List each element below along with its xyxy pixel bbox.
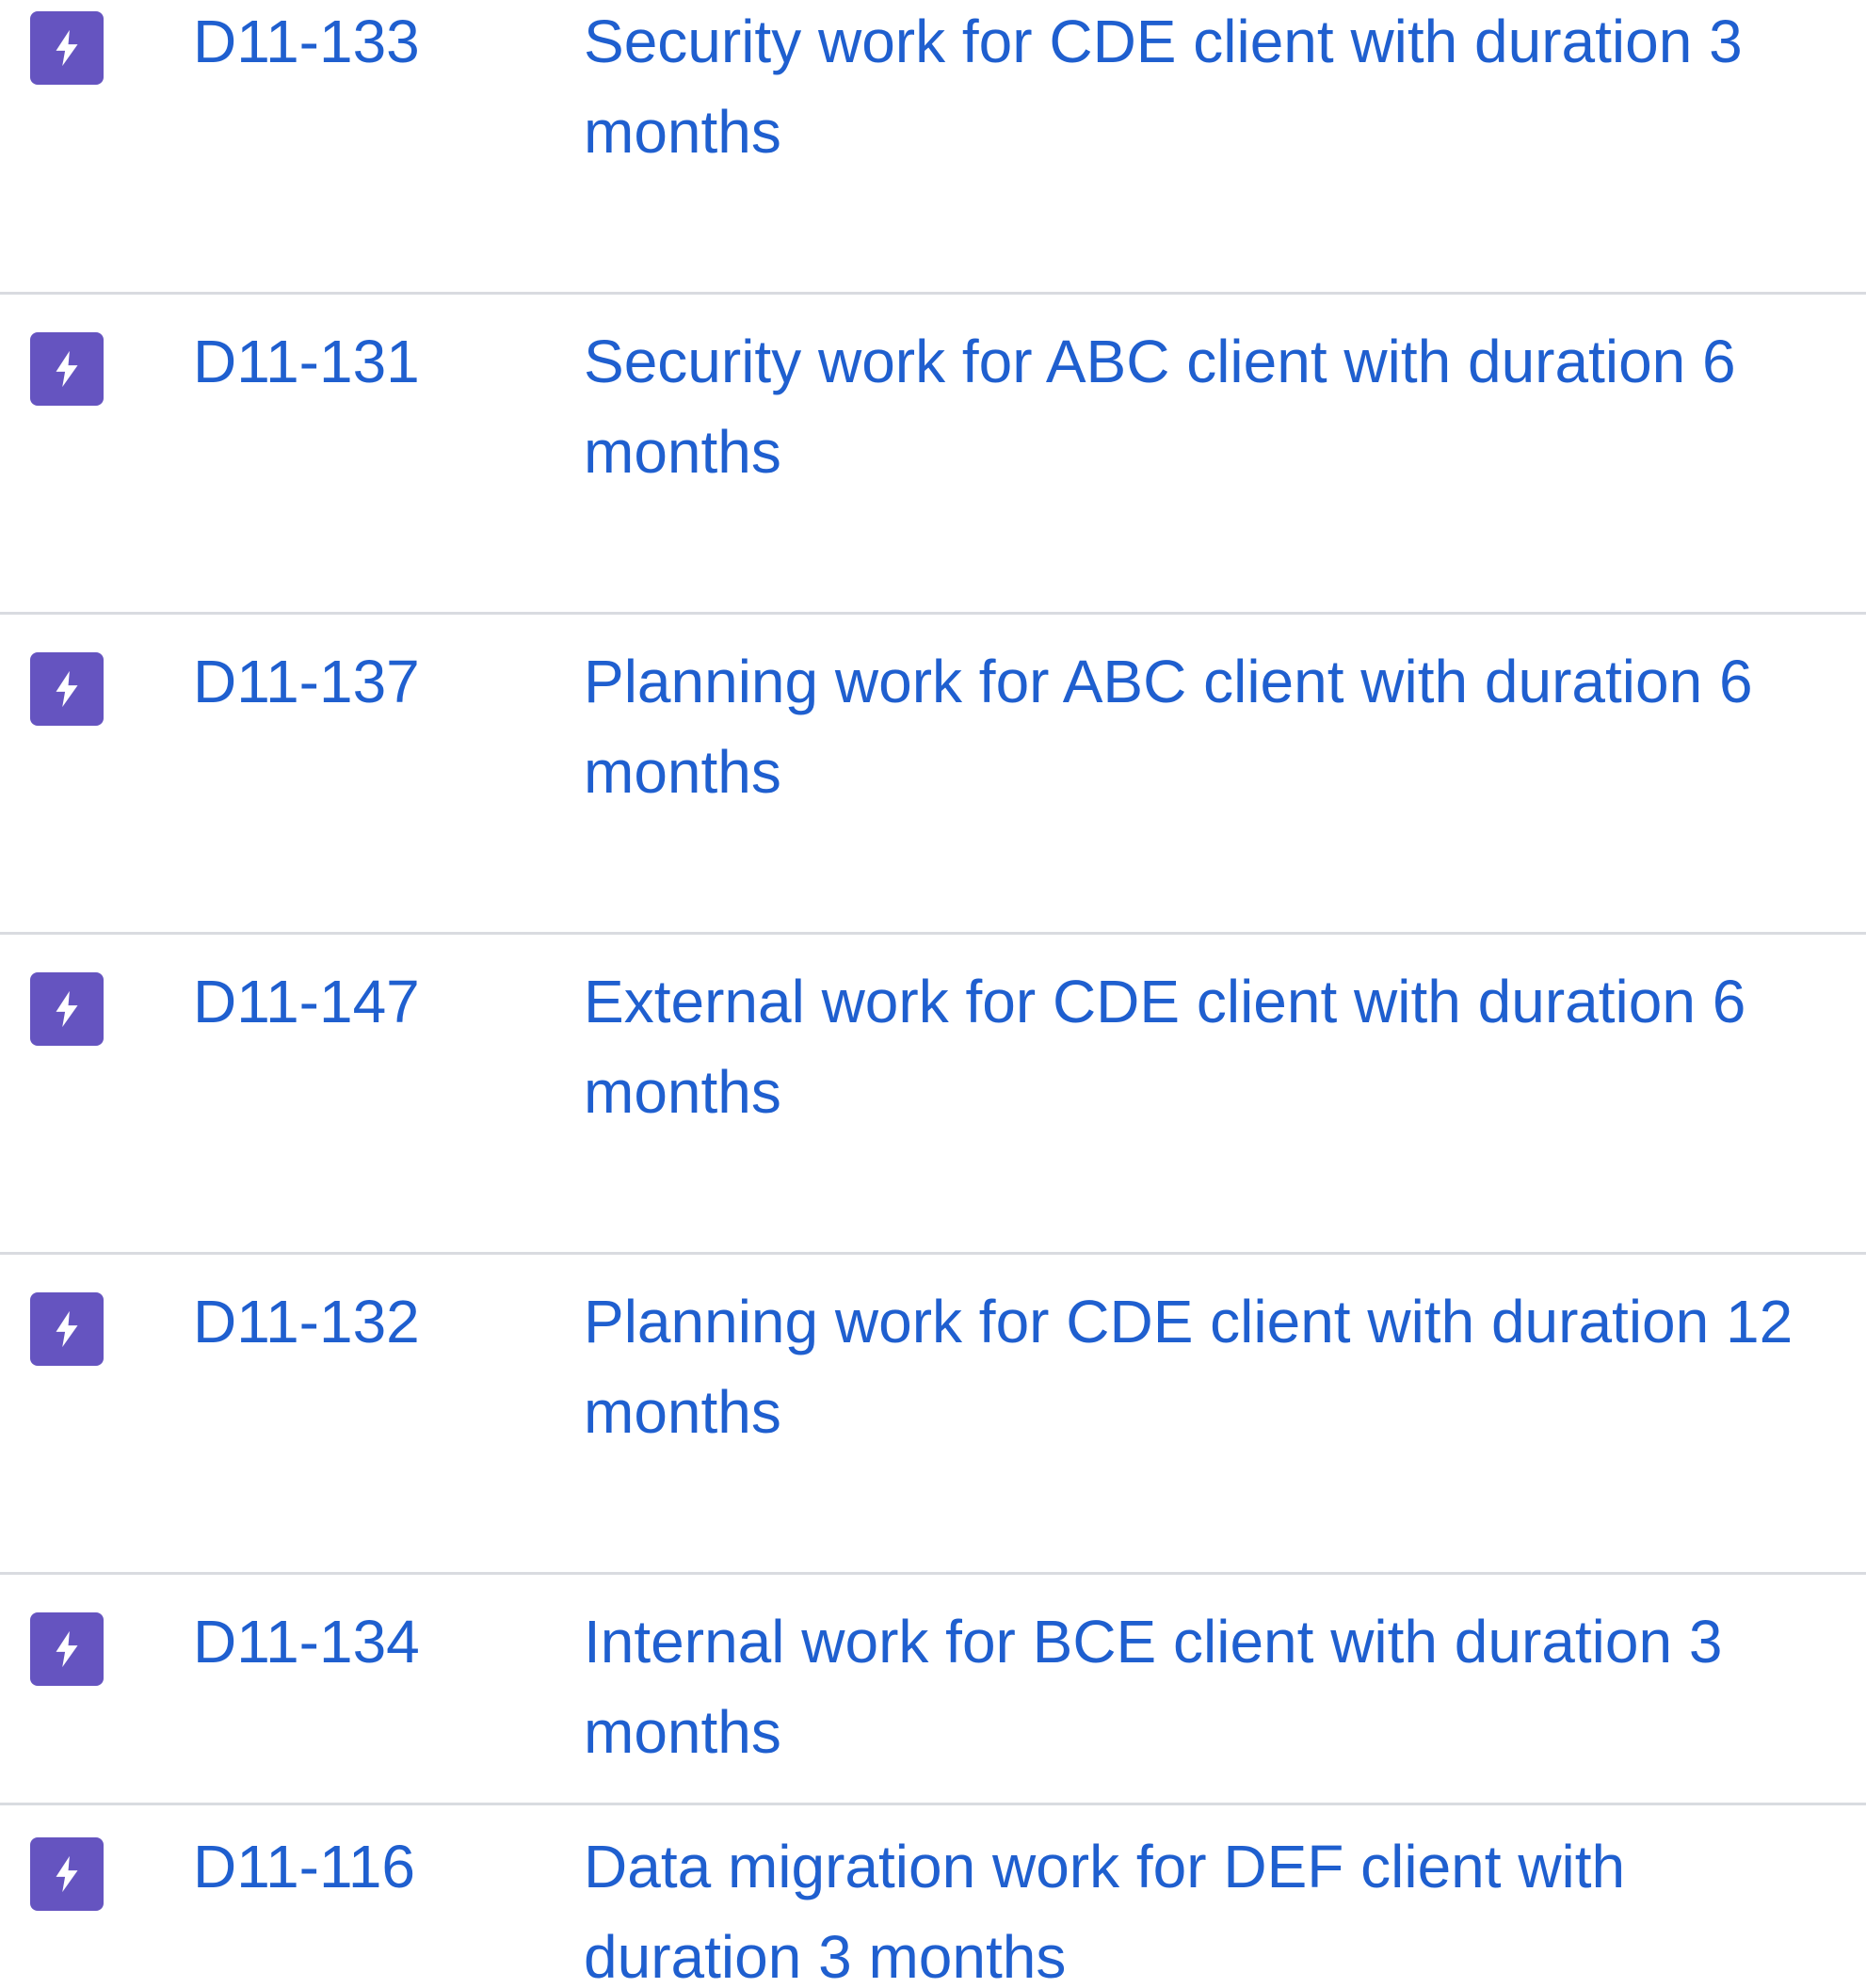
lightning-bolt-icon [30, 1292, 104, 1366]
lightning-bolt-icon [30, 11, 104, 85]
lightning-bolt-icon [30, 1837, 104, 1911]
lightning-bolt-icon [30, 972, 104, 1046]
issue-list: D11-133 Security work for CDE client wit… [0, 0, 1866, 1988]
issue-summary-link[interactable]: Security work for ABC client with durati… [584, 316, 1866, 497]
issue-key-link[interactable]: D11-137 [193, 636, 420, 727]
issue-summary-link[interactable]: External work for CDE client with durati… [584, 956, 1866, 1137]
lightning-bolt-icon [30, 332, 104, 406]
issue-row[interactable]: D11-132 Planning work for CDE client wit… [0, 1255, 1866, 1575]
issue-summary-link[interactable]: Planning work for CDE client with durati… [584, 1276, 1866, 1457]
issue-key-link[interactable]: D11-134 [193, 1596, 420, 1687]
issue-row[interactable]: D11-137 Planning work for ABC client wit… [0, 615, 1866, 935]
issue-row[interactable]: D11-147 External work for CDE client wit… [0, 935, 1866, 1255]
issue-row[interactable]: D11-131 Security work for ABC client wit… [0, 295, 1866, 615]
issue-key-link[interactable]: D11-131 [193, 316, 420, 407]
issue-row[interactable]: D11-133 Security work for CDE client wit… [0, 0, 1866, 295]
issue-summary-link[interactable]: Data migration work for DEF client with … [584, 1821, 1770, 1988]
issue-summary-link[interactable]: Internal work for BCE client with durati… [584, 1596, 1866, 1777]
issue-summary-link[interactable]: Security work for CDE client with durati… [584, 0, 1866, 177]
issue-row[interactable]: D11-116 Data migration work for DEF clie… [0, 1805, 1866, 1988]
lightning-bolt-icon [30, 652, 104, 726]
issue-key-link[interactable]: D11-132 [193, 1276, 420, 1367]
issue-summary-link[interactable]: Planning work for ABC client with durati… [584, 636, 1866, 817]
issue-key-link[interactable]: D11-147 [193, 956, 420, 1047]
issue-row[interactable]: D11-134 Internal work for BCE client wit… [0, 1575, 1866, 1805]
issue-key-link[interactable]: D11-116 [193, 1821, 415, 1912]
lightning-bolt-icon [30, 1612, 104, 1686]
issue-key-link[interactable]: D11-133 [193, 0, 420, 87]
